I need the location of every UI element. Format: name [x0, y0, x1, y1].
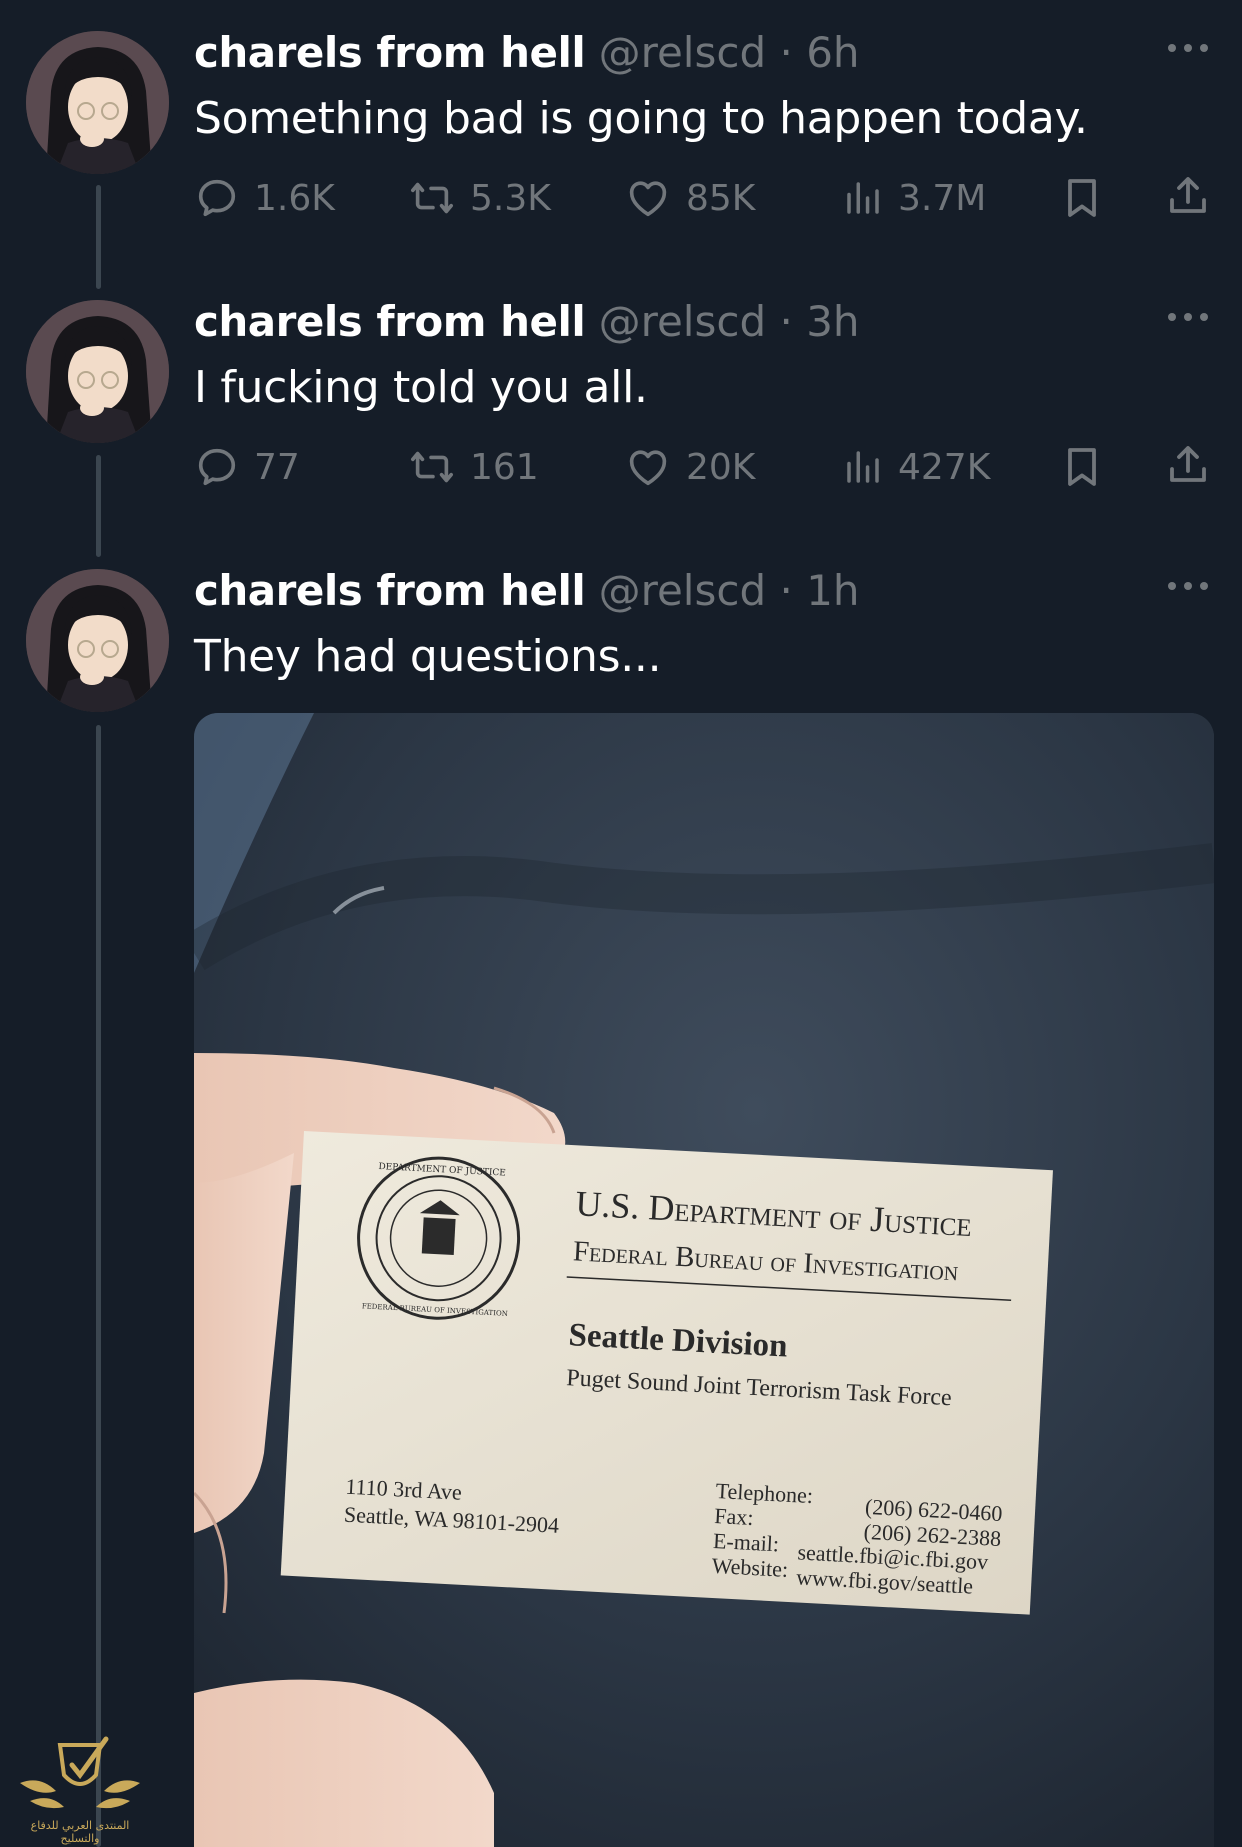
avatar[interactable] — [26, 300, 169, 443]
views-button[interactable]: 3.7M — [842, 170, 986, 226]
more-options-icon[interactable] — [1164, 576, 1212, 596]
view-count: 3.7M — [898, 177, 987, 219]
watermark-text: المنتدى العربي للدفاع والتسليح — [30, 1819, 130, 1845]
card-email-label: E-mail: — [712, 1528, 779, 1556]
separator-dot: · — [766, 566, 807, 615]
display-name[interactable]: charels from hell — [194, 566, 586, 615]
repost-count: 5.3K — [470, 177, 551, 219]
timestamp[interactable]: 6h — [806, 28, 859, 77]
tweet-text: I fucking told you all. — [194, 362, 648, 413]
repost-icon — [411, 451, 453, 483]
reply-button[interactable]: 77 — [194, 439, 300, 495]
avatar[interactable] — [26, 569, 169, 712]
action-bar: 77 161 20K 427K — [194, 439, 1214, 495]
view-count: 427K — [898, 446, 991, 488]
card-web-label: Website: — [711, 1553, 789, 1582]
share-icon[interactable] — [1164, 441, 1212, 489]
share-icon[interactable] — [1164, 172, 1212, 220]
tweet-header: charels from hell @relscd · 6h — [194, 28, 860, 78]
like-count: 20K — [686, 446, 756, 488]
bookmark-icon[interactable] — [1058, 443, 1106, 491]
tweet-header: charels from hell @relscd · 3h — [194, 297, 860, 347]
repost-icon — [411, 182, 453, 214]
more-options-icon[interactable] — [1164, 307, 1212, 327]
repost-button[interactable]: 5.3K — [408, 170, 551, 226]
like-button[interactable]: 85K — [624, 170, 755, 226]
reply-icon — [198, 448, 236, 486]
timestamp[interactable]: 1h — [806, 566, 859, 615]
handle[interactable]: @relscd — [599, 566, 767, 615]
tweet-2[interactable]: charels from hell @relscd · 3h I fucking… — [0, 269, 1242, 539]
repost-button[interactable]: 161 — [408, 439, 539, 495]
reply-icon — [198, 179, 236, 217]
tweet-header: charels from hell @relscd · 1h — [194, 566, 860, 616]
card-fax-label: Fax: — [714, 1503, 754, 1530]
separator-dot: · — [766, 28, 807, 77]
more-options-icon[interactable] — [1164, 38, 1212, 58]
reply-count: 77 — [254, 446, 300, 488]
display-name[interactable]: charels from hell — [194, 297, 586, 346]
like-count: 85K — [686, 177, 756, 219]
timestamp[interactable]: 3h — [806, 297, 859, 346]
views-icon — [847, 451, 879, 483]
tweet-1[interactable]: charels from hell @relscd · 6h Something… — [0, 0, 1242, 270]
heart-icon — [629, 181, 667, 217]
views-icon — [847, 182, 879, 214]
tweet-text: They had questions... — [194, 631, 662, 682]
repost-count: 161 — [470, 446, 539, 488]
handle[interactable]: @relscd — [599, 28, 767, 77]
views-button[interactable]: 427K — [842, 439, 990, 495]
photo-business-card: DEPARTMENT OF JUSTICE FEDERAL BUREAU OF … — [194, 713, 1214, 1847]
avatar[interactable] — [26, 31, 169, 174]
display-name[interactable]: charels from hell — [194, 28, 586, 77]
handle[interactable]: @relscd — [599, 297, 767, 346]
reply-count: 1.6K — [254, 177, 335, 219]
tweet-text: Something bad is going to happen today. — [194, 93, 1088, 144]
separator-dot: · — [766, 297, 807, 346]
shield-emblem-icon — [20, 1736, 140, 1809]
watermark-logo: المنتدى العربي للدفاع والتسليح — [10, 1735, 150, 1845]
heart-icon — [629, 450, 667, 486]
tweet-photo[interactable]: DEPARTMENT OF JUSTICE FEDERAL BUREAU OF … — [194, 713, 1214, 1847]
reply-button[interactable]: 1.6K — [194, 170, 335, 226]
bookmark-icon[interactable] — [1058, 174, 1106, 222]
like-button[interactable]: 20K — [624, 439, 755, 495]
action-bar: 1.6K 5.3K 85K 3.7M — [194, 170, 1214, 226]
